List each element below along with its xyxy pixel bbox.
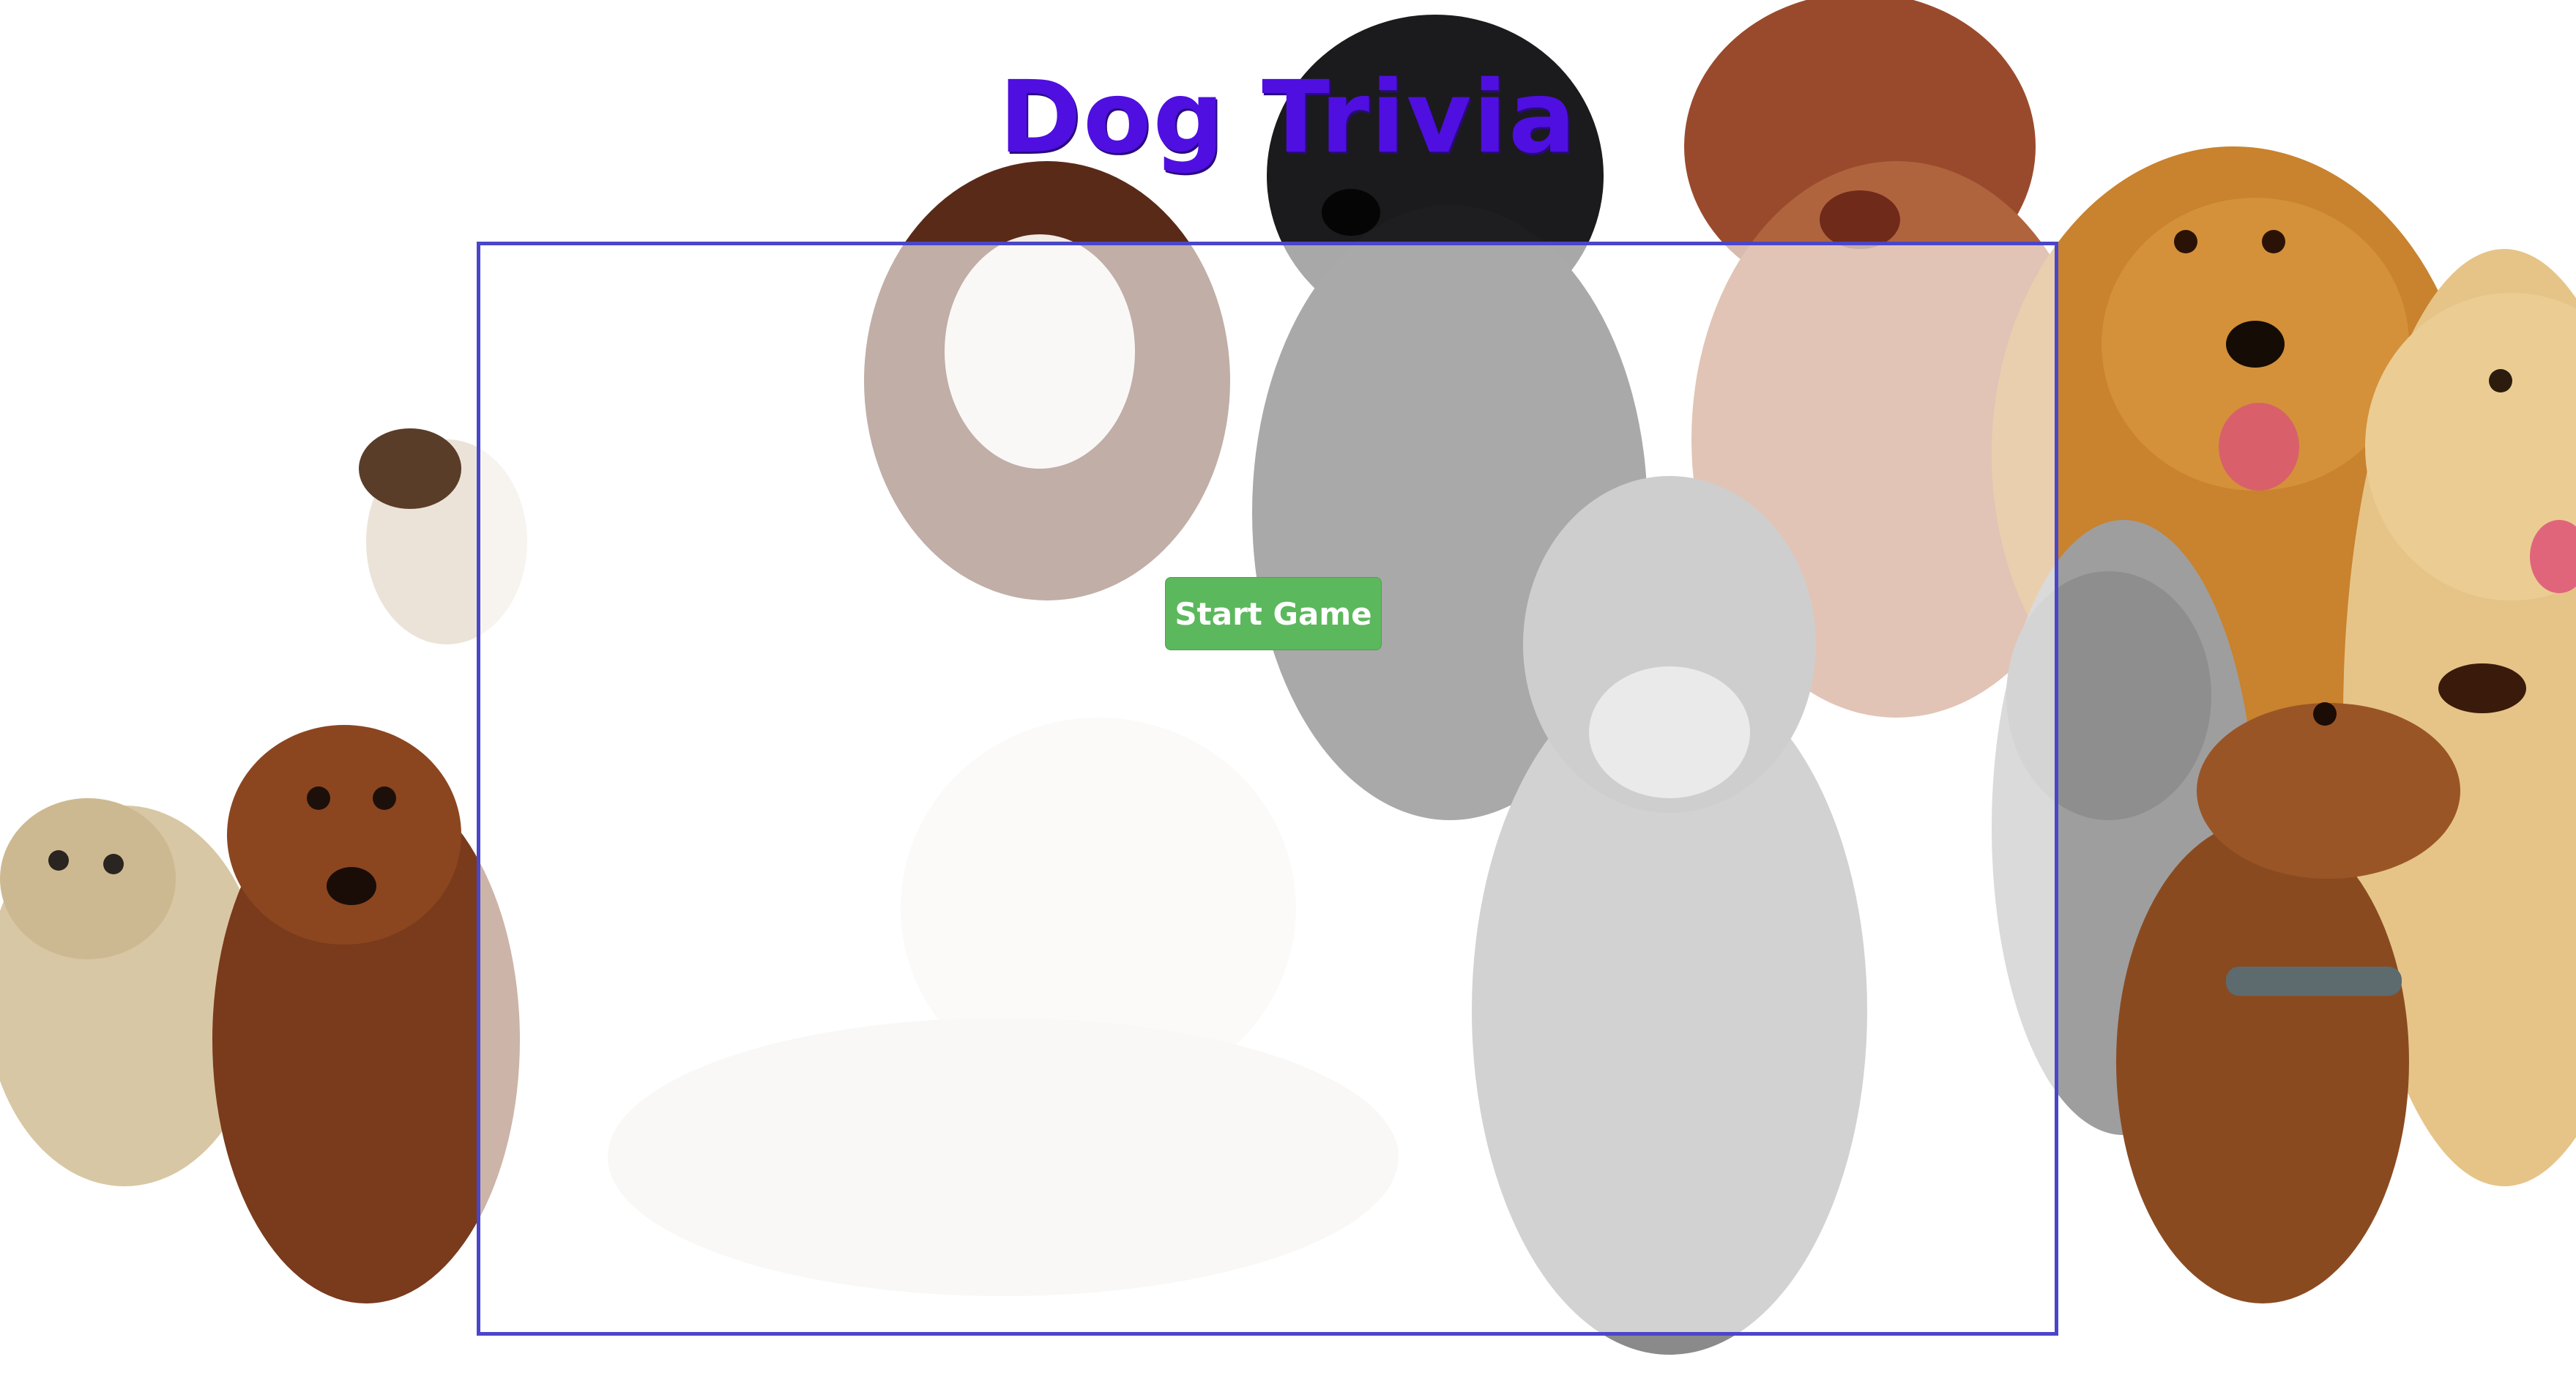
game-panel: Start Game bbox=[477, 242, 2058, 1336]
page-title: Dog Trivia bbox=[999, 60, 1577, 176]
start-game-button[interactable]: Start Game bbox=[1165, 577, 1382, 650]
dachshund-left-image bbox=[212, 725, 520, 1303]
